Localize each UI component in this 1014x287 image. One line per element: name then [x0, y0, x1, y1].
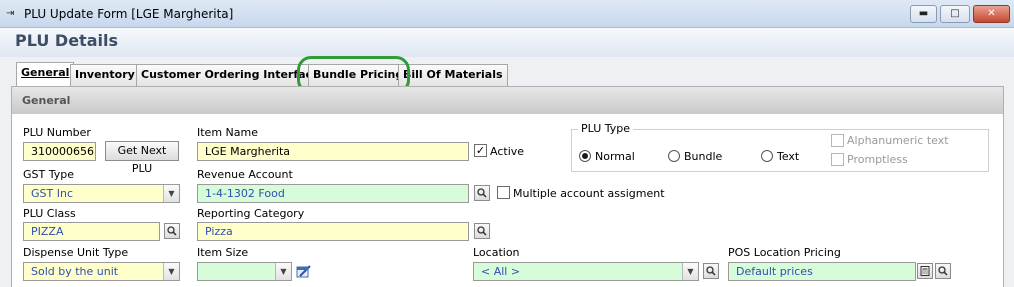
maximize-button[interactable]: □: [940, 5, 970, 23]
page-title: PLU Details: [15, 31, 118, 50]
search-icon: [938, 266, 948, 276]
radio-text-label: Text: [777, 150, 800, 163]
dispense-unit-type-label: Dispense Unit Type: [23, 246, 129, 259]
item-size-label: Item Size: [197, 246, 249, 259]
panel-title: General: [22, 94, 71, 107]
active-checkbox[interactable]: ✓: [474, 144, 487, 157]
multiple-account-checkbox[interactable]: [497, 186, 510, 199]
item-name-input[interactable]: LGE Margherita: [197, 142, 469, 161]
pos-location-pricing-label: POS Location Pricing: [728, 246, 841, 259]
tab-inventory[interactable]: Inventory: [70, 64, 140, 86]
reporting-category-input[interactable]: Pizza: [197, 222, 469, 241]
chevron-down-icon: ▼: [275, 263, 291, 280]
gst-type-label: GST Type: [23, 168, 74, 181]
search-icon: [706, 266, 716, 276]
reporting-category-search-button[interactable]: [474, 223, 490, 239]
plu-type-label: PLU Type: [578, 122, 634, 135]
tab-general[interactable]: General: [16, 62, 75, 87]
chevron-down-icon: ▼: [163, 263, 179, 280]
calculator-icon: [920, 266, 930, 276]
get-next-plu-button[interactable]: Get Next PLU: [105, 141, 179, 175]
title-bar: ⇥ PLU Update Form [LGE Margherita] ▬ □ ✕: [0, 0, 1014, 28]
edit-item-size-icon[interactable]: [296, 264, 312, 279]
chevron-down-icon: ▼: [163, 185, 179, 202]
gst-type-select[interactable]: GST Inc ▼: [23, 184, 180, 203]
dispense-unit-type-value: Sold by the unit: [31, 265, 119, 278]
active-label: Active: [490, 145, 525, 158]
plu-class-input[interactable]: PIZZA: [23, 222, 160, 241]
reporting-category-label: Reporting Category: [197, 207, 305, 220]
gst-type-value: GST Inc: [31, 187, 73, 200]
radio-text[interactable]: [761, 150, 773, 162]
radio-normal-label: Normal: [595, 150, 635, 163]
tab-bill-of-materials[interactable]: Bill Of Materials: [398, 64, 508, 86]
item-name-label: Item Name: [197, 126, 258, 139]
close-button[interactable]: ✕: [973, 5, 1010, 23]
chevron-down-icon: ▼: [682, 263, 698, 280]
radio-normal[interactable]: [579, 150, 591, 162]
multiple-account-label: Multiple account assigment: [513, 187, 665, 200]
dispense-unit-type-select[interactable]: Sold by the unit ▼: [23, 262, 180, 281]
revenue-account-label: Revenue Account: [197, 168, 293, 181]
pos-location-pricing-search-button[interactable]: [935, 263, 951, 279]
location-search-button[interactable]: [703, 263, 719, 279]
minimize-button[interactable]: ▬: [910, 5, 937, 23]
calculator-button[interactable]: [917, 263, 933, 279]
promptless-checkbox[interactable]: [831, 153, 844, 166]
item-size-select[interactable]: ▼: [197, 262, 292, 281]
plu-number-input[interactable]: 310000656: [23, 142, 96, 161]
location-label: Location: [473, 246, 520, 259]
pos-location-pricing-input[interactable]: Default prices: [728, 262, 916, 281]
revenue-account-search-button[interactable]: [474, 185, 490, 201]
search-icon: [477, 188, 487, 198]
location-value: < All >: [481, 265, 521, 278]
radio-bundle[interactable]: [668, 150, 680, 162]
search-icon: [477, 226, 487, 236]
plu-class-label: PLU Class: [23, 207, 76, 220]
location-select[interactable]: < All > ▼: [473, 262, 699, 281]
app-icon: ⇥: [6, 8, 15, 19]
plu-number-label: PLU Number: [23, 126, 91, 139]
window-title: PLU Update Form [LGE Margherita]: [24, 7, 234, 21]
plu-class-search-button[interactable]: [164, 223, 180, 239]
alphanumeric-text-checkbox[interactable]: [831, 134, 844, 147]
revenue-account-input[interactable]: 1-4-1302 Food: [197, 184, 469, 203]
promptless-label: Promptless: [847, 153, 908, 166]
alphanumeric-text-label: Alphanumeric text: [847, 134, 949, 147]
page-header: PLU Details: [0, 28, 1014, 57]
panel-header: General: [12, 87, 1003, 114]
radio-bundle-label: Bundle: [684, 150, 723, 163]
search-icon: [167, 226, 177, 236]
